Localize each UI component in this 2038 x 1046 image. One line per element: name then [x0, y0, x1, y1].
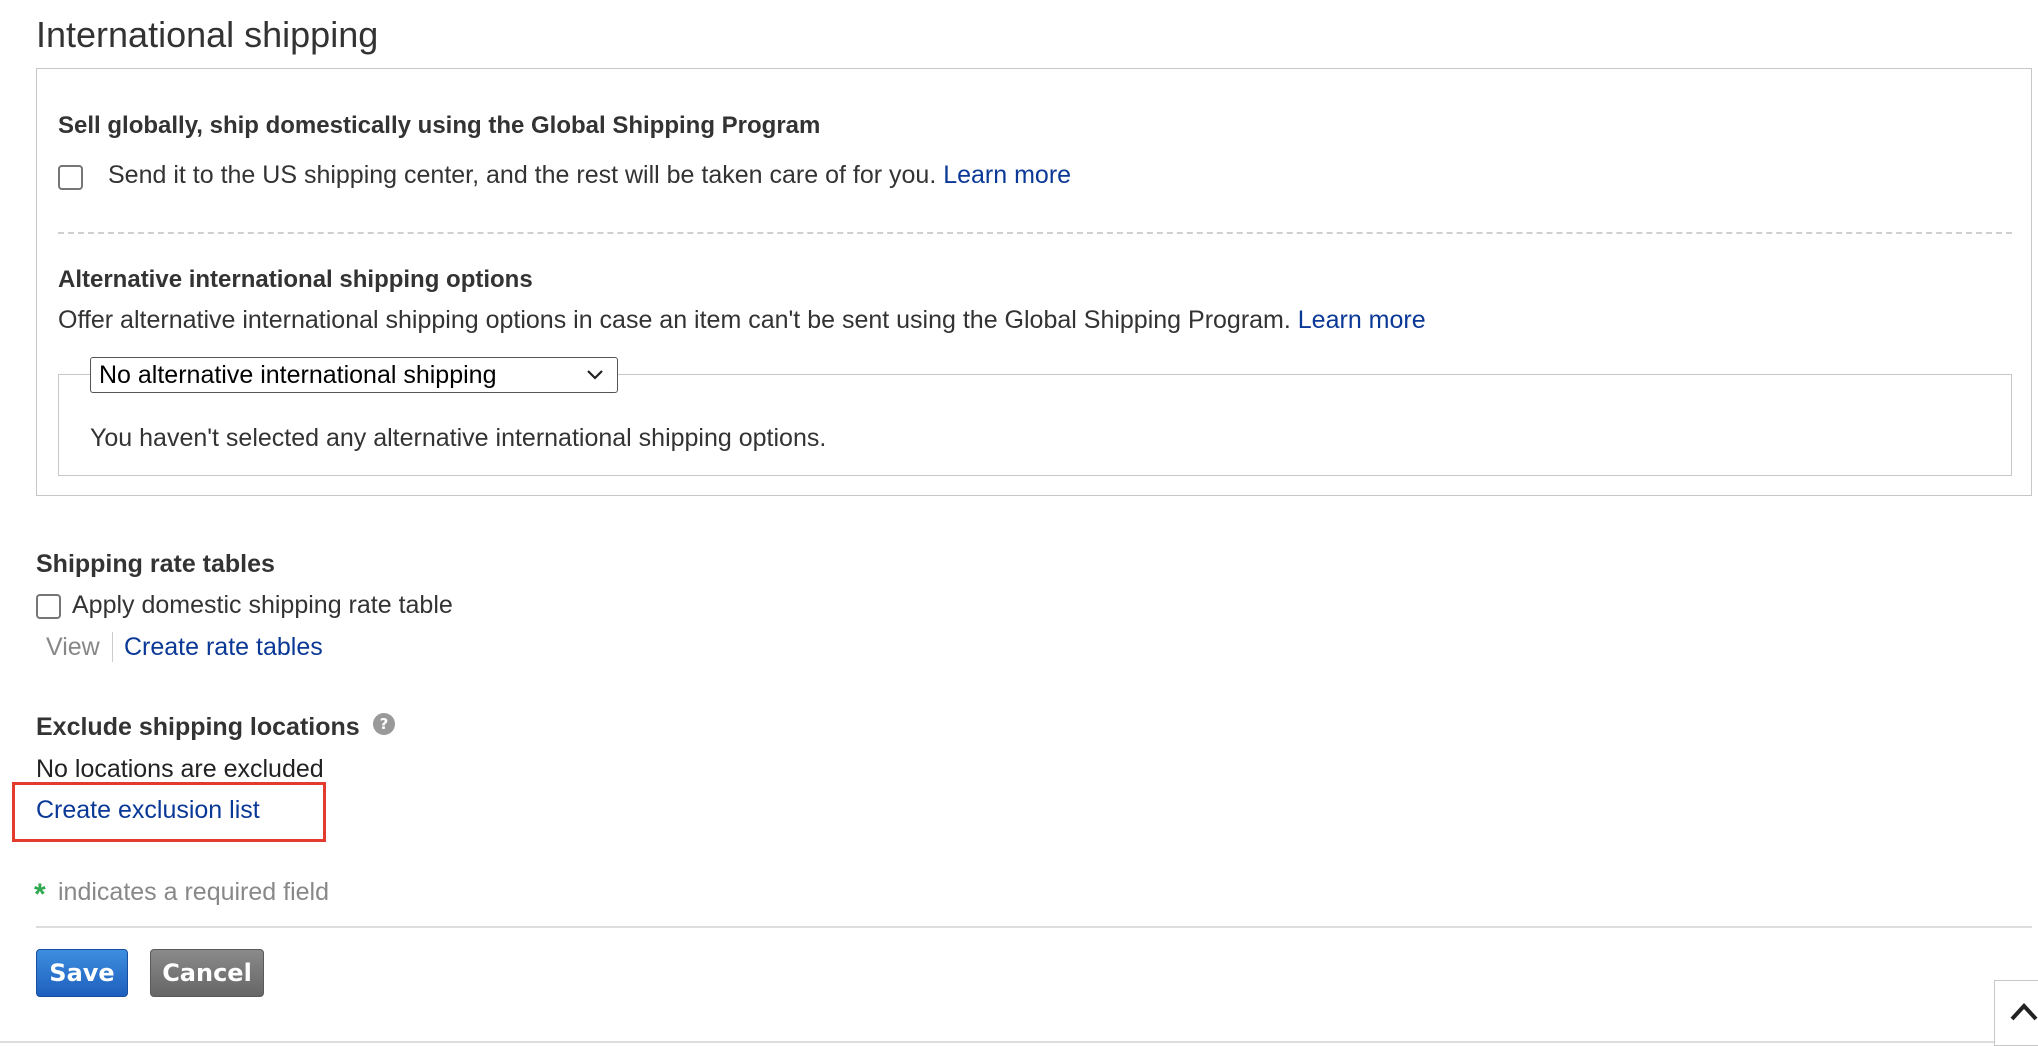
page-title: International shipping [36, 14, 379, 55]
rate-table-checkbox[interactable] [36, 594, 61, 619]
shipping-settings-page: International shipping Sell globally, sh… [0, 0, 2038, 1046]
alternative-shipping-select[interactable]: No alternative international shipping [90, 357, 618, 393]
alternative-shipping-description: Offer alternative international shipping… [58, 306, 1426, 335]
exclusion-status: No locations are excluded [36, 755, 324, 783]
section-divider [58, 232, 2012, 234]
required-field-note: indicates a required field [58, 878, 329, 906]
global-shipping-description: Send it to the US shipping center, and t… [108, 161, 1071, 190]
global-shipping-heading: Sell globally, ship domestically using t… [58, 112, 821, 139]
global-shipping-checkbox-label: Send it to the US shipping center, and t… [108, 161, 937, 189]
global-shipping-learn-more-link[interactable]: Learn more [943, 161, 1071, 189]
global-shipping-checkbox[interactable] [58, 165, 83, 190]
rate-table-view-link: View [46, 633, 100, 661]
create-rate-tables-link[interactable]: Create rate tables [124, 633, 323, 662]
cancel-button[interactable]: Cancel [150, 949, 264, 997]
chevron-down-icon [587, 370, 603, 380]
help-icon[interactable]: ? [372, 712, 396, 736]
save-button[interactable]: Save [36, 949, 128, 997]
page-footer-divider [0, 1041, 1994, 1043]
alternative-shipping-learn-more-link[interactable]: Learn more [1298, 306, 1426, 334]
link-separator [112, 632, 113, 662]
scroll-to-top-button[interactable] [1994, 980, 2038, 1046]
form-footer-divider [36, 926, 2032, 928]
alternative-shipping-empty-message: You haven't selected any alternative int… [90, 424, 827, 452]
required-marker: * [34, 878, 46, 911]
chevron-up-icon [2010, 1003, 2038, 1021]
svg-text:?: ? [380, 715, 389, 733]
alternative-shipping-heading: Alternative international shipping optio… [58, 266, 533, 293]
rate-table-checkbox-label: Apply domestic shipping rate table [72, 591, 453, 619]
create-exclusion-list-link[interactable]: Create exclusion list [36, 796, 260, 825]
alternative-shipping-select-value: No alternative international shipping [99, 361, 497, 389]
alternative-shipping-description-text: Offer alternative international shipping… [58, 306, 1291, 334]
exclude-locations-heading: Exclude shipping locations [36, 713, 360, 741]
rate-tables-heading: Shipping rate tables [36, 550, 275, 578]
